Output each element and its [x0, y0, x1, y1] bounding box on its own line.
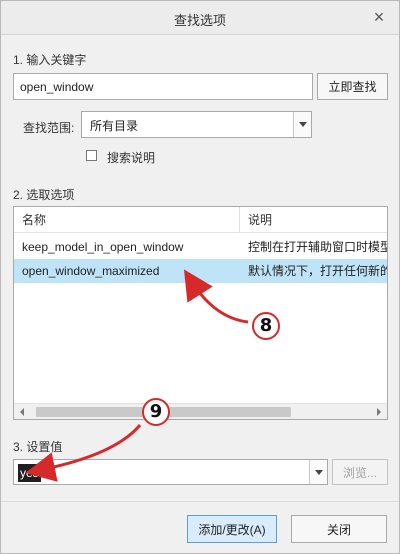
- horizontal-scrollbar[interactable]: [14, 403, 387, 419]
- scope-label: 查找范围:: [23, 121, 75, 135]
- options-list[interactable]: 名称 说明 keep_model_in_open_window 控制在打开辅助窗…: [13, 206, 388, 420]
- close-button[interactable]: 关闭: [291, 515, 387, 543]
- chevron-down-icon[interactable]: [309, 460, 327, 484]
- search-now-button[interactable]: 立即查找: [317, 73, 388, 100]
- search-description-checkbox[interactable]: [86, 150, 97, 161]
- column-header-description[interactable]: 说明: [240, 207, 387, 233]
- browse-button[interactable]: 浏览...: [332, 459, 388, 485]
- scope-value: 所有目录: [90, 119, 139, 133]
- column-header-name[interactable]: 名称: [14, 207, 239, 233]
- step-badge-9: 9: [142, 398, 170, 426]
- keyword-input[interactable]: [14, 74, 312, 99]
- step-badge-8: 8: [252, 312, 280, 340]
- list-item[interactable]: keep_model_in_open_window 控制在打开辅助窗口时模型: [14, 235, 387, 259]
- step3-label: 3. 设置值: [13, 440, 63, 454]
- close-icon[interactable]: ×: [369, 7, 389, 27]
- list-header: 名称 说明: [14, 207, 387, 233]
- option-name: open_window_maximized: [22, 264, 160, 278]
- dialog-title: 查找选项: [173, 13, 226, 28]
- add-change-button[interactable]: 添加/更改(A): [187, 515, 277, 543]
- title-bar: 查找选项 ×: [1, 1, 399, 35]
- chevron-down-icon[interactable]: [293, 112, 311, 137]
- scroll-left-icon[interactable]: [14, 404, 30, 419]
- scope-select[interactable]: 所有目录: [81, 111, 312, 138]
- option-description: 控制在打开辅助窗口时模型: [248, 240, 388, 254]
- value-select[interactable]: yes: [13, 459, 328, 485]
- keyword-input-box[interactable]: [13, 73, 313, 100]
- step2-label: 2. 选取选项: [13, 188, 75, 202]
- option-description: 默认情况下，打开任何新的: [248, 264, 388, 278]
- list-item-selected[interactable]: open_window_maximized 默认情况下，打开任何新的: [14, 259, 387, 283]
- step1-label: 1. 输入关键字: [13, 53, 87, 67]
- find-options-dialog: 查找选项 × 1. 输入关键字 立即查找 查找范围: 所有目录 搜索说明 2. …: [0, 0, 400, 554]
- option-name: keep_model_in_open_window: [22, 240, 184, 254]
- scroll-right-icon[interactable]: [371, 404, 387, 419]
- footer-divider: [1, 501, 399, 502]
- value-text[interactable]: yes: [18, 464, 41, 482]
- search-description-label: 搜索说明: [107, 151, 156, 165]
